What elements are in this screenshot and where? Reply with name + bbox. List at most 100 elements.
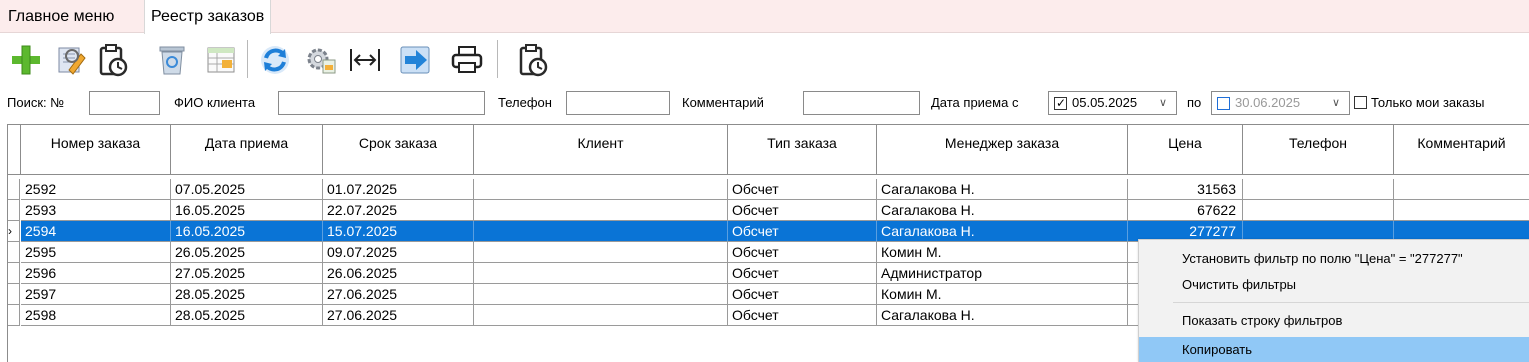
table-row[interactable]: 2592 07.05.2025 01.07.2025 Обсчет Сагалакова… xyxy=(8,179,1529,200)
current-row-indicator-icon[interactable]: › xyxy=(8,221,20,242)
comment-label: Комментарий xyxy=(682,95,764,110)
cell-order-type[interactable]: Обсчет xyxy=(728,221,877,242)
cell-manager[interactable]: Сагалакова Н. xyxy=(877,305,1128,326)
export-button[interactable] xyxy=(398,40,434,80)
cell-due-date[interactable]: 01.07.2025 xyxy=(323,179,474,200)
tab-main-menu[interactable]: Главное меню xyxy=(2,0,120,33)
refresh-button[interactable] xyxy=(257,40,293,80)
cell-manager[interactable]: Сагалакова Н. xyxy=(877,200,1128,221)
schedule-button-2[interactable] xyxy=(515,40,551,80)
cell-client[interactable] xyxy=(474,242,728,263)
column-header-price[interactable]: Цена xyxy=(1128,125,1243,175)
cell-comment[interactable] xyxy=(1394,200,1529,221)
cell-phone[interactable] xyxy=(1243,179,1394,200)
cell-order-number[interactable]: 2597 xyxy=(21,284,171,305)
cell-comment[interactable] xyxy=(1394,179,1529,200)
cell-date[interactable]: 16.05.2025 xyxy=(171,200,323,221)
cell-manager[interactable]: Администратор xyxy=(877,263,1128,284)
menu-item-show-filter-row[interactable]: Показать строку фильтров xyxy=(1139,309,1529,333)
cell-order-type[interactable]: Обсчет xyxy=(728,242,877,263)
column-header-manager[interactable]: Менеджер заказа xyxy=(877,125,1128,175)
cell-order-type[interactable]: Обсчет xyxy=(728,179,877,200)
cell-order-type[interactable]: Обсчет xyxy=(728,305,877,326)
only-mine-checkbox[interactable] xyxy=(1354,96,1367,109)
cell-date[interactable]: 07.05.2025 xyxy=(171,179,323,200)
tab-orders-registry[interactable]: Реестр заказов xyxy=(144,0,272,34)
column-header-order-type[interactable]: Тип заказа xyxy=(728,125,877,175)
cell-price[interactable]: 31563 xyxy=(1128,179,1243,200)
cell-order-number[interactable]: 2595 xyxy=(21,242,171,263)
row-indicator[interactable] xyxy=(8,200,20,221)
row-indicator[interactable] xyxy=(8,179,20,200)
column-header-phone[interactable]: Телефон xyxy=(1243,125,1394,175)
date-to-checkbox[interactable] xyxy=(1217,97,1230,110)
edit-button[interactable] xyxy=(53,40,89,80)
row-indicator[interactable] xyxy=(8,305,20,326)
phone-input[interactable] xyxy=(566,91,670,115)
cell-due-date[interactable]: 15.07.2025 xyxy=(323,221,474,242)
cell-date[interactable]: 28.05.2025 xyxy=(171,305,323,326)
row-indicator[interactable] xyxy=(8,284,20,305)
comment-input[interactable] xyxy=(803,91,920,115)
print-icon xyxy=(451,46,483,73)
date-to-picker[interactable]: 30.06.2025 ∨ xyxy=(1211,91,1350,115)
cell-manager[interactable]: Комин М. xyxy=(877,242,1128,263)
cell-manager[interactable]: Сагалакова Н. xyxy=(877,179,1128,200)
table-row[interactable]: 2593 16.05.2025 22.07.2025 Обсчет Сагалакова… xyxy=(8,200,1529,221)
search-label: Поиск: № xyxy=(7,95,65,110)
cell-date[interactable]: 16.05.2025 xyxy=(171,221,323,242)
cell-date[interactable]: 26.05.2025 xyxy=(171,242,323,263)
cell-client[interactable] xyxy=(474,200,728,221)
cell-order-number[interactable]: 2592 xyxy=(21,179,171,200)
cell-order-number[interactable]: 2598 xyxy=(21,305,171,326)
context-menu: Установить фильтр по полю "Цена" = "2772… xyxy=(1138,239,1529,362)
cell-due-date[interactable]: 22.07.2025 xyxy=(323,200,474,221)
row-indicator[interactable] xyxy=(8,242,20,263)
cell-date[interactable]: 28.05.2025 xyxy=(171,284,323,305)
print-button[interactable] xyxy=(449,40,485,80)
cell-client[interactable] xyxy=(474,221,728,242)
toolbar-separator xyxy=(247,40,248,78)
column-header-order-number[interactable]: Номер заказа xyxy=(21,125,171,175)
cell-order-number[interactable]: 2594 xyxy=(21,221,171,242)
cell-client[interactable] xyxy=(474,263,728,284)
column-header-client[interactable]: Клиент xyxy=(474,125,728,175)
menu-item-copy[interactable]: Копировать xyxy=(1139,337,1529,362)
add-button[interactable] xyxy=(8,40,44,80)
table-button[interactable] xyxy=(203,40,239,80)
cell-client[interactable] xyxy=(474,179,728,200)
cell-client[interactable] xyxy=(474,305,728,326)
cell-client[interactable] xyxy=(474,284,728,305)
cell-order-number[interactable]: 2593 xyxy=(21,200,171,221)
cell-due-date[interactable]: 09.07.2025 xyxy=(323,242,474,263)
cell-phone[interactable] xyxy=(1243,200,1394,221)
chevron-down-icon[interactable]: ∨ xyxy=(1159,92,1167,114)
menu-item-clear-filters[interactable]: Очистить фильтры xyxy=(1139,273,1529,297)
date-from-picker[interactable]: ✓ 05.05.2025 ∨ xyxy=(1048,91,1177,115)
fit-width-button[interactable] xyxy=(347,40,383,80)
client-name-input[interactable] xyxy=(278,91,485,115)
cell-due-date[interactable]: 27.06.2025 xyxy=(323,284,474,305)
column-header-date[interactable]: Дата приема xyxy=(171,125,323,175)
menu-item-set-filter[interactable]: Установить фильтр по полю "Цена" = "2772… xyxy=(1139,242,1529,276)
column-header-comment[interactable]: Комментарий xyxy=(1394,125,1529,175)
cell-order-number[interactable]: 2596 xyxy=(21,263,171,284)
cell-order-type[interactable]: Обсчет xyxy=(728,284,877,305)
date-from-checkbox[interactable]: ✓ xyxy=(1054,96,1067,110)
row-indicator[interactable] xyxy=(8,263,20,284)
cell-date[interactable]: 27.05.2025 xyxy=(171,263,323,284)
settings-button[interactable] xyxy=(303,40,339,80)
cell-order-type[interactable]: Обсчет xyxy=(728,200,877,221)
cell-manager[interactable]: Комин М. xyxy=(877,284,1128,305)
search-number-input[interactable] xyxy=(89,91,160,115)
delete-button[interactable] xyxy=(154,40,190,80)
cell-order-type[interactable]: Обсчет xyxy=(728,263,877,284)
cell-manager[interactable]: Сагалакова Н. xyxy=(877,221,1128,242)
chevron-down-icon[interactable]: ∨ xyxy=(1332,92,1340,114)
delete-icon xyxy=(159,46,185,75)
cell-due-date[interactable]: 27.06.2025 xyxy=(323,305,474,326)
cell-price[interactable]: 67622 xyxy=(1128,200,1243,221)
column-header-due-date[interactable]: Срок заказа xyxy=(323,125,474,175)
cell-due-date[interactable]: 26.06.2025 xyxy=(323,263,474,284)
schedule-button[interactable] xyxy=(95,40,131,80)
